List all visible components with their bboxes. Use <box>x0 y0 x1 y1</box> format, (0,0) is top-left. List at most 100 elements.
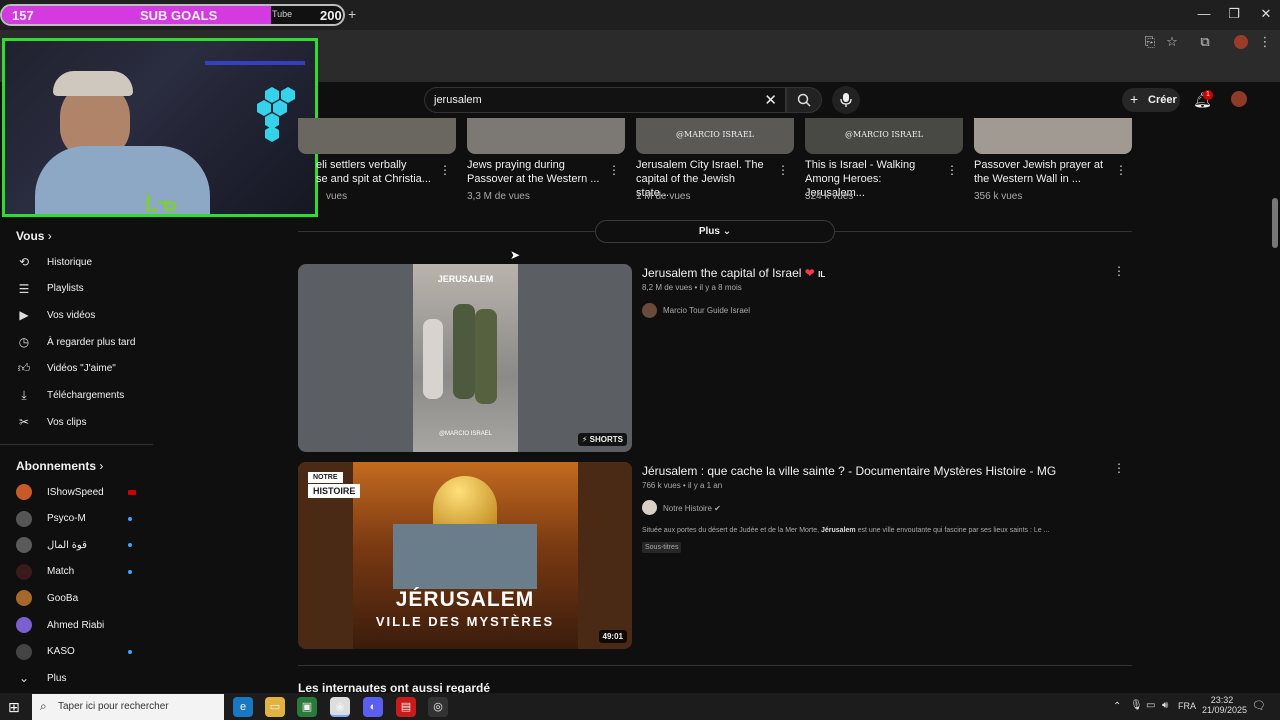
video-thumbnail[interactable] <box>974 118 1132 154</box>
language-indicator[interactable]: FRA <box>1178 701 1196 711</box>
sidebar-item-vos-vidéos[interactable]: ▶ Vos vidéos <box>16 302 156 328</box>
thumb-badge-line1: NOTRE <box>308 472 343 483</box>
result-title-2[interactable]: Jérusalem : que cache la ville sainte ? … <box>642 464 1056 478</box>
result-channel-2[interactable]: Notre Histoire ✔︎ <box>663 504 721 513</box>
result-title-1[interactable]: Jerusalem the capital of Israel ❤ IL <box>642 266 825 280</box>
result-channel-1[interactable]: Marcio Tour Guide Israel <box>663 306 750 315</box>
window-close-button[interactable]: ✕ <box>1250 6 1280 22</box>
volume-icon[interactable]: 🔊︎ <box>1162 700 1168 711</box>
subscription-item[interactable]: Match <box>16 559 136 585</box>
soldier-figure <box>475 309 497 404</box>
discord-icon[interactable]: ◐ <box>363 697 383 717</box>
live-indicator <box>128 490 136 495</box>
verified-icon: ✔︎ <box>714 504 721 513</box>
obs-app-icon[interactable]: ▤ <box>396 697 416 717</box>
scrollbar-thumb[interactable] <box>1272 198 1278 248</box>
chrome-icon[interactable]: ◉ <box>330 697 350 717</box>
thumb-watermark: @MARCIO ISRAEL <box>845 130 923 139</box>
sidebar-item-historique[interactable]: ⟲ Historique <box>16 249 156 275</box>
result-menu-icon[interactable]: ⋮ <box>1113 264 1125 278</box>
video-title[interactable]: Passover Jewish prayer at the Western Wal… <box>974 158 1109 186</box>
account-avatar[interactable] <box>1231 91 1247 107</box>
video-thumbnail[interactable]: @MARCIO ISRAEL <box>805 118 963 154</box>
search-icon: ⌕ <box>40 699 47 713</box>
create-button[interactable]: + Créer <box>1122 88 1180 112</box>
video-title[interactable]: Jews praying during Passover at the Weste… <box>467 158 602 186</box>
thumb-title: JÉRUSALEM <box>395 588 535 611</box>
subscription-name: GooBa <box>47 592 79 604</box>
sidebar-item-téléchargements[interactable]: ⤓ Téléchargements <box>16 383 156 409</box>
download-icon: ⤓ <box>21 388 27 402</box>
subscription-item[interactable]: قوة المال <box>16 532 136 558</box>
taskbar-search-box[interactable]: ⌕ Taper ici pour rechercher <box>32 694 224 720</box>
app-icon[interactable]: ◎ <box>428 697 448 717</box>
sub-goals-overlay: 157 SUB GOALS 200 <box>0 4 345 26</box>
new-content-dot <box>128 569 132 574</box>
chevron-right-icon: › <box>47 229 52 243</box>
voice-search-button[interactable] <box>832 86 860 114</box>
subscription-item[interactable]: KASO <box>16 639 136 665</box>
you-section-title[interactable]: Vous › <box>16 229 52 243</box>
install-app-icon[interactable]: ⎘ <box>1141 34 1159 50</box>
windows-start-icon[interactable]: ⊞ <box>8 699 20 716</box>
result-thumbnail-1[interactable]: JERUSALEM @MARCIO ISRAEL ⚡︎ SHORTS <box>298 264 632 452</box>
store-icon[interactable]: ▣ <box>297 697 317 717</box>
notification-center-icon[interactable]: 🗨︎ <box>1252 699 1266 712</box>
browser-menu-icon[interactable]: ⋮ <box>1256 34 1274 50</box>
video-menu-icon[interactable]: ⋮ <box>1115 163 1127 177</box>
file-explorer-icon[interactable]: ▭ <box>265 697 285 717</box>
sidebar-item-vos-clips[interactable]: ✂ Vos clips <box>16 409 156 435</box>
play-icon: ▶ <box>19 308 29 323</box>
video-menu-icon[interactable]: ⋮ <box>777 163 789 177</box>
taskbar-clock[interactable]: 23:32 21/09/2025 <box>1202 695 1247 715</box>
search-input[interactable]: jerusalem ✕ <box>424 87 786 113</box>
video-thumbnail[interactable] <box>467 118 625 154</box>
sidebar-more-button[interactable]: ⌄ Plus <box>16 665 156 691</box>
video-menu-icon[interactable]: ⋮ <box>608 163 620 177</box>
video-title[interactable]: eli settlers verbally se and spit at Chri… <box>316 158 451 186</box>
subscription-item[interactable]: Psyco-M <box>16 506 136 532</box>
sidebar-item-label: Playlists <box>47 283 84 295</box>
video-views: 324 k vues <box>805 191 854 202</box>
video-thumbnail[interactable] <box>298 118 456 154</box>
extensions-icon[interactable]: ⧉ <box>1196 34 1214 50</box>
video-thumbnail[interactable]: @MARCIO ISRAEL <box>636 118 794 154</box>
new-tab-button[interactable]: + <box>348 6 356 22</box>
result-thumbnail-2[interactable]: NOTRE HISTOIRE JÉRUSALEM VILLE DES MYSTÈ… <box>298 462 632 649</box>
search-button[interactable] <box>786 87 822 113</box>
edge-icon[interactable]: e <box>233 697 253 717</box>
show-more-label: Plus <box>698 226 720 237</box>
video-menu-icon[interactable]: ⋮ <box>946 163 958 177</box>
soldier-figure <box>453 304 475 399</box>
channel-avatar <box>16 563 32 580</box>
video-menu-icon[interactable]: ⋮ <box>439 163 451 177</box>
show-more-button[interactable]: Plus ⌄ <box>595 220 835 243</box>
profile-avatar[interactable] <box>1234 35 1248 49</box>
window-minimize-button[interactable]: — <box>1188 6 1220 21</box>
sidebar-item-vidéos-j-aime-[interactable]: 👍︎ Vidéos "J'aime" <box>16 356 156 382</box>
channel-avatar[interactable] <box>642 303 657 318</box>
you-title-text: Vous <box>16 229 45 243</box>
microphone-tray-icon[interactable]: 🎙︎ <box>1130 700 1143 711</box>
clear-search-icon[interactable]: ✕ <box>764 91 777 109</box>
channel-avatar[interactable] <box>642 500 657 515</box>
sidebar-item-playlists[interactable]: ☰ Playlists <box>16 276 156 302</box>
bookmark-star-icon[interactable]: ☆ <box>1163 34 1181 50</box>
window-maximize-button[interactable]: ❐ <box>1218 6 1250 22</box>
flag-text: IL <box>818 270 826 279</box>
subscription-name: KASO <box>47 646 75 658</box>
subscriptions-section-title[interactable]: Abonnements › <box>16 459 103 473</box>
network-icon[interactable]: ▭ <box>1146 700 1155 711</box>
sidebar-item-à-regarder-plus-tard[interactable]: ◷ À regarder plus tard <box>16 329 156 355</box>
subscription-item[interactable]: IShowSpeed <box>16 479 136 505</box>
result-meta-2: 766 k vues • il y a 1 an <box>642 481 723 490</box>
browser-tab-title[interactable]: Tube <box>272 9 292 19</box>
subscription-item[interactable]: GooBa <box>16 585 136 611</box>
result-menu-icon[interactable]: ⋮ <box>1113 461 1125 475</box>
tray-chevron-icon[interactable]: ⌃ <box>1113 701 1121 712</box>
subscription-item[interactable]: Ahmed Riabi <box>16 612 136 638</box>
video-views: 3,3 M de vues <box>467 191 530 202</box>
channel-avatar <box>16 617 32 633</box>
sub-goals-label: SUB GOALS <box>140 8 218 23</box>
chevron-right-icon: › <box>99 459 104 473</box>
